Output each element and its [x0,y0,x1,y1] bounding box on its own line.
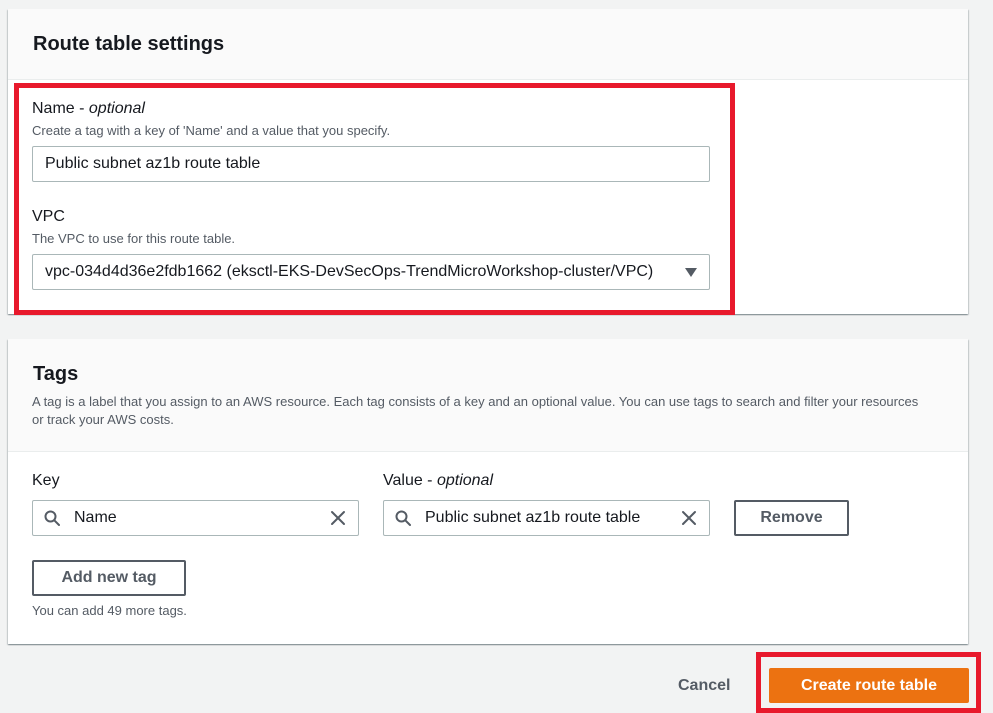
route-table-settings-panel: Route table settings Name - optional Cre… [8,9,968,314]
tag-key-label: Key [32,472,60,489]
tag-value-value: Public subnet az1b route table [425,509,641,526]
name-field-description: Create a tag with a key of 'Name' and a … [32,123,391,138]
tag-value-input[interactable]: Public subnet az1b route table [383,500,710,536]
name-field-label: Name - optional [32,100,145,117]
name-label-text: Name [32,100,75,117]
tags-title: Tags [33,363,79,385]
route-table-settings-header: Route table settings [8,9,968,80]
vpc-select[interactable]: vpc-034d4d36e2fdb1662 (eksctl-EKS-DevSec… [32,254,710,290]
close-icon[interactable] [330,510,346,526]
vpc-select-value: vpc-034d4d36e2fdb1662 (eksctl-EKS-DevSec… [45,263,654,280]
vpc-field-description: The VPC to use for this route table. [32,231,236,246]
name-input[interactable] [32,146,710,182]
caret-down-icon [685,268,697,277]
route-table-settings-title: Route table settings [33,33,225,55]
tags-description: A tag is a label that you assign to an A… [32,394,919,427]
tags-panel: Tags A tag is a label that you assign to… [8,339,968,644]
cancel-button[interactable]: Cancel [678,677,730,695]
close-icon[interactable] [681,510,697,526]
tags-remaining-hint: You can add 49 more tags. [32,603,187,618]
vpc-field-label: VPC [32,208,65,225]
create-route-table-button[interactable]: Create route table [769,668,969,703]
add-new-tag-button[interactable]: Add new tag [32,560,186,596]
search-icon [44,510,60,526]
tags-header: Tags A tag is a label that you assign to… [8,339,968,452]
tag-value-label-optional: optional [436,472,493,489]
tag-value-label-text: Value [383,472,423,489]
tag-key-value: Name [74,509,117,526]
tag-value-label: Value - optional [383,472,493,489]
search-icon [395,510,411,526]
tag-key-input[interactable]: Name [32,500,359,536]
name-label-optional: optional [88,100,145,117]
remove-tag-button[interactable]: Remove [734,500,849,536]
